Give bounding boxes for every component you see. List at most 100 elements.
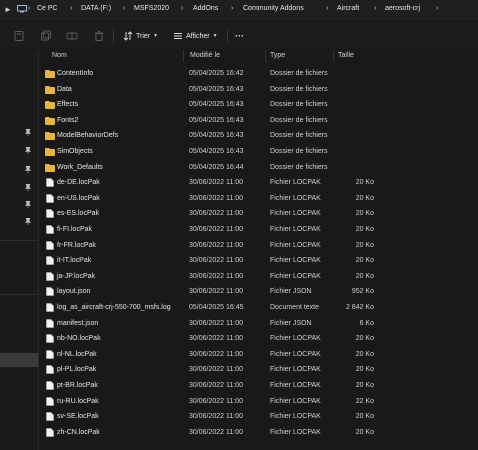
pin-icon[interactable] (25, 129, 31, 136)
file-row[interactable]: sv-SE.locPak 30/06/2022 11:00 Fichier LOCP… (41, 409, 378, 425)
file-type: Fichier LOCPAK (270, 210, 321, 218)
file-modified: 30/06/2022 11:00 (189, 194, 243, 202)
breadcrumb-item[interactable]: Community Addons (243, 5, 304, 12)
file-modified: 30/06/2022 11:00 (189, 319, 243, 327)
file-row[interactable]: Effects 05/04/2025 16:43 Dossier de fichie… (41, 97, 378, 113)
file-row[interactable]: Work_Defaults 05/04/2025 16:44 Dossier de … (41, 160, 378, 176)
file-row[interactable]: pl-PL.locPak 30/06/2022 11:00 Fichier LOCP… (41, 362, 378, 378)
folder-icon (45, 163, 55, 172)
file-size: 22 Ko (355, 397, 374, 405)
file-name: SimObjects (57, 148, 93, 155)
file-size: 952 Ko (351, 288, 374, 296)
file-row[interactable]: Data 05/04/2025 16:43 Dossier de fichiers (41, 82, 378, 98)
folder-icon (45, 101, 55, 110)
file-size: 20 Ko (355, 241, 374, 249)
expand-arrow-icon[interactable]: ► (4, 5, 12, 14)
file-modified: 30/06/2022 11:00 (189, 335, 243, 343)
file-name: ModelBehaviorDefs (57, 132, 119, 140)
pin-icon[interactable] (25, 201, 31, 208)
file-name: fi-FI.locPak (57, 226, 93, 233)
file-row[interactable]: pt-BR.locPak 30/06/2022 11:00 Fichier LOCP… (41, 378, 378, 394)
file-row[interactable]: zh-CN.locPak 30/06/2022 11:00 Fichier LOCP… (41, 425, 378, 441)
column-header-size[interactable]: Taille (338, 52, 354, 59)
file-row[interactable]: log_as_aircraft-crj-550-700_msfs.log 05/0… (41, 300, 378, 316)
file-size: 20 Ko (355, 210, 374, 218)
column-divider[interactable] (265, 50, 266, 62)
file-row[interactable]: de-DE.locPak 30/06/2022 11:00 Fichier LOCP… (41, 175, 378, 191)
breadcrumb-item[interactable]: MSFS2020 (134, 5, 169, 12)
file-row[interactable]: layout.json 30/06/2022 11:00 Fichier JSON 9… (41, 284, 378, 300)
file-name: en-US.locPak (57, 194, 100, 202)
file-type: Fichier JSON (270, 288, 312, 296)
file-row[interactable]: ja-JP.locPak 30/06/2022 11:00 Fichier LOCP… (41, 269, 378, 285)
pin-icon[interactable] (25, 166, 31, 173)
column-header-type[interactable]: Type (270, 52, 285, 59)
file-name: de-DE.locPak (57, 179, 100, 187)
view-button[interactable]: Afficher ▼ (173, 29, 218, 43)
delete-icon[interactable] (93, 30, 105, 42)
file-row[interactable]: en-US.locPak 30/06/2022 11:00 Fichier LOCP… (41, 191, 378, 207)
file-modified: 05/04/2025 16:43 (189, 148, 244, 155)
breadcrumb-item[interactable]: Aircraft (337, 5, 359, 12)
breadcrumb-item[interactable]: DATA (F:) (81, 5, 111, 12)
file-row[interactable]: fi-FI.locPak 30/06/2022 11:00 Fichier LOCP… (41, 222, 378, 238)
file-icon (46, 318, 54, 328)
file-type: Fichier LOCPAK (270, 194, 321, 202)
breadcrumb-item[interactable]: aerosoft-crj (385, 5, 420, 12)
nav-selected-item[interactable] (0, 353, 38, 367)
column-divider[interactable] (333, 50, 334, 62)
pin-icon[interactable] (25, 218, 31, 225)
file-size: 20 Ko (355, 194, 374, 202)
column-header-name[interactable]: Nom (52, 52, 67, 59)
more-options-icon: ··· (235, 31, 244, 41)
computer-icon (17, 5, 27, 13)
file-row[interactable]: fr-FR.locPak 30/06/2022 11:00 Fichier LOCP… (41, 238, 378, 254)
file-name: Effects (57, 101, 79, 109)
file-row[interactable]: nl-NL.locPak 30/06/2022 11:00 Fichier LOCP… (41, 347, 378, 363)
pin-icon[interactable] (25, 184, 31, 191)
file-modified: 05/04/2025 16:44 (189, 163, 244, 171)
file-name: ja-JP.locPak (57, 272, 96, 280)
file-icon (46, 178, 54, 187)
breadcrumb-item[interactable]: AddOns (193, 5, 218, 12)
file-modified: 30/06/2022 11:00 (189, 382, 243, 389)
file-row[interactable]: nb-NO.locPak 30/06/2022 11:00 Fichier LOCP… (41, 331, 378, 347)
file-row[interactable]: ModelBehaviorDefs 05/04/2025 16:43 Dossier… (41, 128, 378, 144)
navigation-pane[interactable] (0, 50, 39, 450)
column-divider[interactable] (183, 50, 184, 62)
file-row[interactable]: Fonts2 05/04/2025 16:43 Dossier de fichier… (41, 113, 378, 129)
file-name: ru-RU.locPak (57, 397, 99, 405)
file-size: 20 Ko (355, 272, 374, 280)
file-type: Fichier LOCPAK (270, 413, 321, 421)
file-row[interactable]: it-IT.locPak 30/06/2022 11:00 Fichier LOCP… (41, 253, 378, 269)
toolbar-divider (113, 29, 114, 43)
copy-icon[interactable] (40, 30, 52, 42)
breadcrumb-item[interactable]: Ce PC (37, 5, 58, 12)
file-row[interactable]: SimObjects 05/04/2025 16:43 Dossier de fic… (41, 144, 378, 160)
view-lines-icon (174, 33, 182, 39)
more-options-button[interactable]: ··· (235, 29, 244, 43)
file-modified: 05/04/2025 16:45 (189, 304, 244, 311)
breadcrumb-separator-icon: › (436, 5, 439, 12)
file-row[interactable]: ContentInfo 05/04/2025 16:42 Dossier de fi… (41, 66, 378, 82)
view-label: Afficher (186, 32, 210, 40)
file-type: Dossier de fichiers (270, 132, 328, 140)
breadcrumb-separator-icon: › (28, 5, 31, 12)
column-header-modified[interactable]: Modifié le (190, 52, 220, 59)
pin-icon[interactable] (25, 147, 31, 154)
breadcrumb-separator-icon: › (231, 5, 234, 12)
address-bar[interactable]: ► › Ce PC › DATA (F:) › MSFS2020 › AddOn… (0, 0, 478, 20)
file-row[interactable]: ru-RU.locPak 30/06/2022 11:00 Fichier LOCP… (41, 394, 378, 410)
breadcrumb-separator-icon: › (374, 5, 377, 12)
file-size: 20 Ko (355, 257, 374, 265)
file-type: Dossier de fichiers (270, 148, 328, 155)
cut-icon[interactable] (13, 30, 25, 42)
file-modified: 05/04/2025 16:43 (189, 85, 244, 93)
file-type: Fichier LOCPAK (270, 179, 321, 187)
sort-button[interactable]: Trier ▼ (123, 29, 158, 43)
folder-icon (45, 116, 55, 125)
folder-icon (45, 85, 55, 94)
rename-icon[interactable] (66, 30, 78, 42)
file-row[interactable]: manifest.json 30/06/2022 11:00 Fichier JSO… (41, 316, 378, 332)
file-row[interactable]: es-ES.locPak 30/06/2022 11:00 Fichier LOCP… (41, 206, 378, 222)
